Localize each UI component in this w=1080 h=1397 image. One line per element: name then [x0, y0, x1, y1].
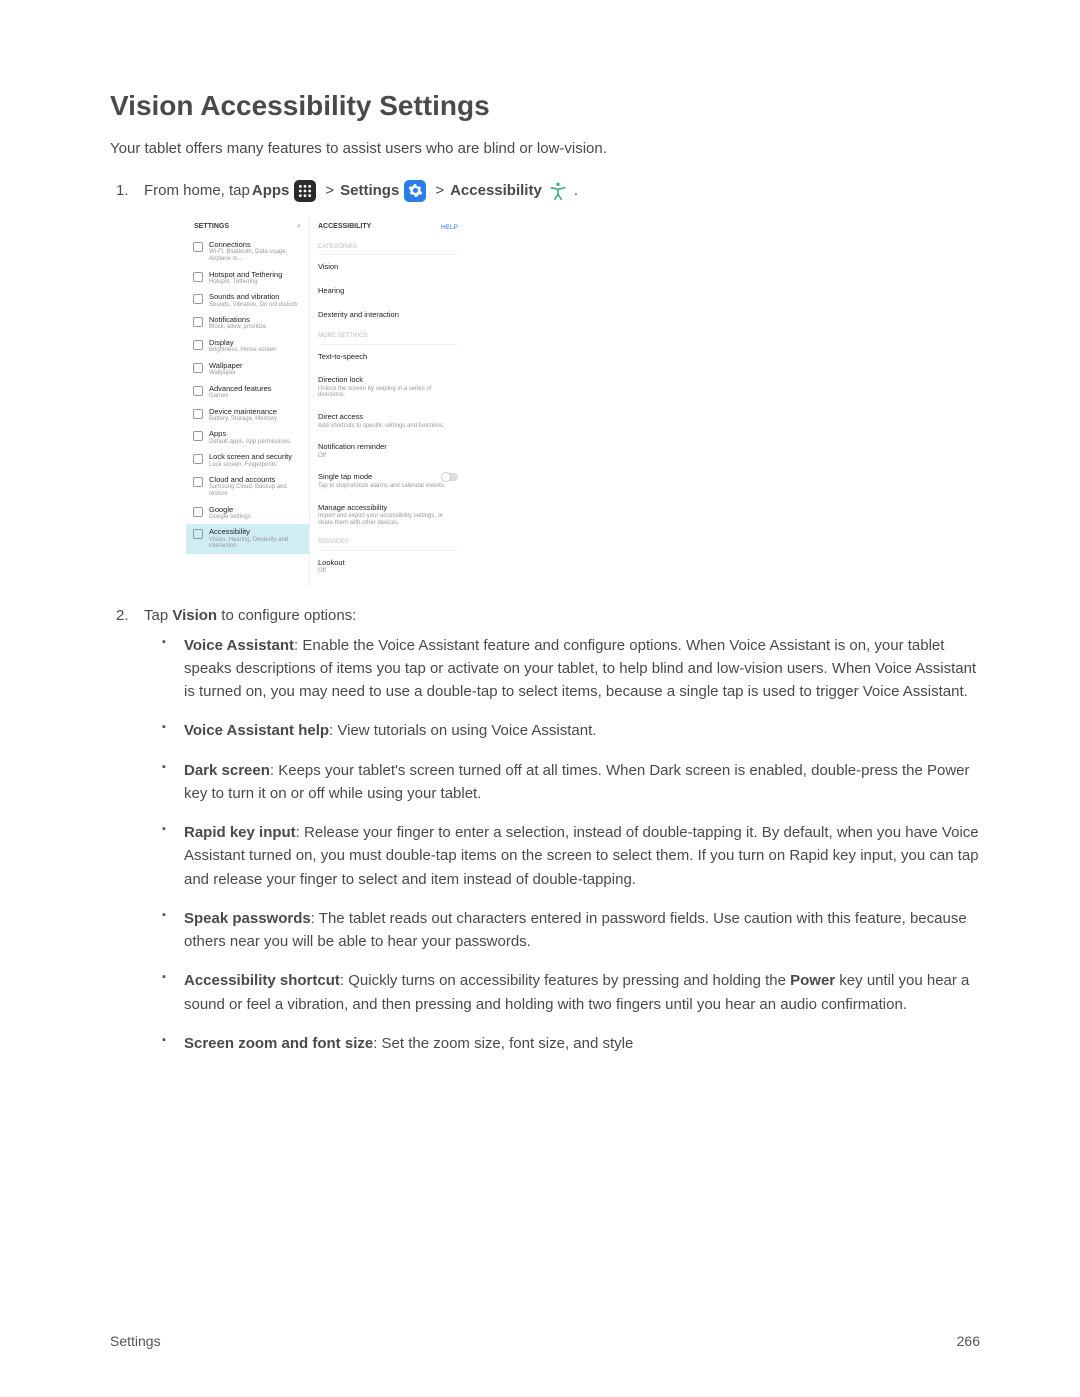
settings-row: NotificationsBlock, allow, prioritize: [186, 312, 309, 335]
settings-row: Lock screen and securityLock screen, Fin…: [186, 449, 309, 472]
services-header: SERVICES: [318, 532, 458, 550]
vision-keyword: Vision: [172, 607, 217, 624]
settings-row-subtitle: Hotspot, Tethering: [209, 279, 282, 286]
settings-row-title: Display: [209, 339, 276, 347]
vision-option: Rapid key input: Release your finger to …: [184, 821, 980, 891]
settings-row: WallpaperWallpaper: [186, 358, 309, 381]
settings-row-icon: [193, 409, 203, 419]
settings-row: Advanced featuresGames: [186, 381, 309, 404]
screenshot-accessibility-pane: ACCESSIBILITY HELP CATEGORIES VisionHear…: [310, 216, 466, 586]
settings-row: Hotspot and TetheringHotspot, Tethering: [186, 267, 309, 290]
settings-row-subtitle: Lock screen, Fingerprints: [209, 462, 292, 469]
settings-row: Sounds and vibrationSounds, Vibration, D…: [186, 289, 309, 312]
settings-row-subtitle: Games: [209, 393, 272, 400]
settings-row-title: Lock screen and security: [209, 453, 292, 461]
footer-page-number: 266: [957, 1333, 980, 1349]
settings-row: GoogleGoogle settings: [186, 502, 309, 525]
settings-row-title: Cloud and accounts: [209, 476, 302, 484]
settings-row-subtitle: Battery, Storage, Memory: [209, 416, 277, 423]
settings-row-icon: [193, 507, 203, 517]
settings-row-icon: [193, 242, 203, 252]
settings-row-icon: [193, 340, 203, 350]
accessibility-setting: Single tap modeTap to stop/snooze alarms…: [318, 465, 458, 495]
apps-icon: [294, 180, 316, 202]
accessibility-service: LookoutOff: [318, 551, 458, 581]
vision-option: Speak passwords: The tablet reads out ch…: [184, 907, 980, 954]
vision-option: Screen zoom and font size: Set the zoom …: [184, 1032, 980, 1055]
breadcrumb-separator: >: [431, 179, 448, 202]
settings-row-title: Sounds and vibration: [209, 293, 297, 301]
accessibility-person-icon: [547, 180, 569, 202]
settings-row-subtitle: Vision, Hearing, Dexterity and interacti…: [209, 537, 302, 550]
settings-row-title: Wallpaper: [209, 362, 243, 370]
settings-row-subtitle: Sounds, Vibration, Do not disturb: [209, 302, 297, 309]
settings-row-subtitle: Samsung Cloud, Backup and restore: [209, 484, 302, 497]
settings-gear-icon: [404, 180, 426, 202]
step-1: From home, tap Apps > Settings > Accessi…: [144, 179, 980, 586]
settings-row-icon: [193, 317, 203, 327]
settings-row: AccessibilityVision, Hearing, Dexterity …: [186, 524, 309, 553]
settings-row-icon: [193, 294, 203, 304]
apps-label: Apps: [252, 179, 290, 202]
settings-row-icon: [193, 529, 203, 539]
categories-header: CATEGORIES: [318, 237, 458, 255]
accessibility-setting: Direct accessAdd shortcuts to specific s…: [318, 405, 458, 435]
settings-label: Settings: [340, 179, 399, 202]
settings-row-subtitle: Brightness, Home screen: [209, 347, 276, 354]
accessibility-setting: Direction lockUnlock the screen by swipi…: [318, 368, 458, 405]
vision-option: Voice Assistant: Enable the Voice Assist…: [184, 634, 980, 704]
settings-row-title: Google: [209, 506, 251, 514]
step-2: Tap Vision to configure options: Voice A…: [144, 604, 980, 1055]
vision-option: Voice Assistant help: View tutorials on …: [184, 719, 980, 742]
accessibility-label: Accessibility: [450, 179, 542, 202]
accessibility-setting: Text-to-speech: [318, 345, 458, 369]
settings-row-icon: [193, 477, 203, 487]
help-link: HELP: [441, 223, 458, 233]
settings-row-icon: [193, 363, 203, 373]
settings-row-title: Advanced features: [209, 385, 272, 393]
settings-row: DisplayBrightness, Home screen: [186, 335, 309, 358]
settings-row-title: Connections: [209, 241, 302, 249]
page-heading: Vision Accessibility Settings: [110, 90, 980, 122]
settings-row-subtitle: Block, allow, prioritize: [209, 324, 266, 331]
settings-row: Device maintenanceBattery, Storage, Memo…: [186, 404, 309, 427]
step2-post: to configure options:: [217, 607, 356, 624]
footer-section: Settings: [110, 1333, 161, 1349]
settings-row-icon: [193, 272, 203, 282]
step1-pre: From home, tap: [144, 179, 250, 202]
screenshot-settings-pane: SETTINGS ⌕ ConnectionsWi-Fi, Bluetooth, …: [186, 216, 310, 586]
settings-row-title: Hotspot and Tethering: [209, 271, 282, 279]
settings-row: Cloud and accountsSamsung Cloud, Backup …: [186, 472, 309, 501]
intro-text: Your tablet offers many features to assi…: [110, 140, 980, 157]
settings-row-icon: [193, 431, 203, 441]
toggle-switch: [442, 473, 458, 481]
settings-row-subtitle: Default apps, App permissions: [209, 439, 290, 446]
accessibility-category: Hearing: [318, 279, 458, 303]
screenshot-settings-title: SETTINGS: [194, 222, 229, 233]
settings-row-subtitle: Wallpaper: [209, 370, 243, 377]
settings-row-title: Device maintenance: [209, 408, 277, 416]
settings-row-icon: [193, 386, 203, 396]
settings-row-title: Notifications: [209, 316, 266, 324]
vision-option: Accessibility shortcut: Quickly turns on…: [184, 969, 980, 1016]
settings-row-subtitle: Wi-Fi, Bluetooth, Data usage, Airplane m…: [209, 249, 302, 262]
step1-period: .: [574, 179, 578, 202]
settings-row-subtitle: Google settings: [209, 514, 251, 521]
settings-row-title: Accessibility: [209, 528, 302, 536]
accessibility-category: Vision: [318, 255, 458, 279]
settings-row-title: Apps: [209, 430, 290, 438]
accessibility-category: Dexterity and interaction: [318, 303, 458, 327]
settings-accessibility-screenshot: SETTINGS ⌕ ConnectionsWi-Fi, Bluetooth, …: [186, 216, 466, 586]
breadcrumb-separator: >: [321, 179, 338, 202]
search-icon: ⌕: [297, 222, 301, 233]
screenshot-accessibility-title: ACCESSIBILITY: [318, 222, 371, 233]
accessibility-setting: Manage accessibilityImport and export yo…: [318, 496, 458, 533]
settings-row: AppsDefault apps, App permissions: [186, 426, 309, 449]
step2-pre: Tap: [144, 607, 172, 624]
settings-row: ConnectionsWi-Fi, Bluetooth, Data usage,…: [186, 237, 309, 266]
accessibility-setting: Notification reminderOff: [318, 435, 458, 465]
settings-row-icon: [193, 454, 203, 464]
more-settings-header: MORE SETTINGS: [318, 326, 458, 344]
vision-option: Dark screen: Keeps your tablet's screen …: [184, 759, 980, 806]
